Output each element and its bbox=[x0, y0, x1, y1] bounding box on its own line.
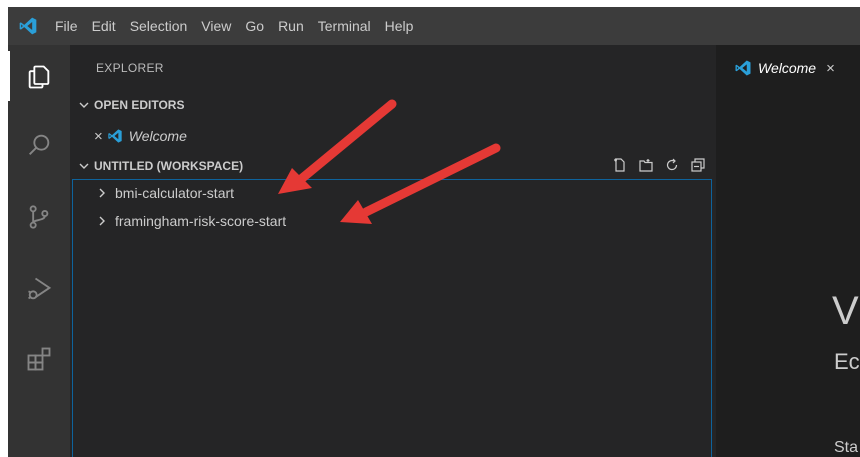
open-editors-header[interactable]: OPEN EDITORS bbox=[70, 92, 716, 118]
menu-file[interactable]: File bbox=[48, 7, 85, 45]
tab-bar: Welcome × bbox=[716, 45, 860, 91]
menu-run[interactable]: Run bbox=[271, 7, 311, 45]
folder-framingham-risk-score-start[interactable]: framingham-risk-score-start bbox=[95, 208, 286, 234]
menu-bar: File Edit Selection View Go Run Terminal… bbox=[48, 7, 420, 45]
welcome-title: V bbox=[832, 289, 859, 333]
chevron-down-icon bbox=[74, 99, 94, 111]
explorer-icon[interactable] bbox=[8, 47, 70, 107]
menu-selection[interactable]: Selection bbox=[123, 7, 195, 45]
workspace-tree: bmi-calculator-start framingham-risk-sco… bbox=[72, 179, 712, 457]
tab-label: Welcome bbox=[758, 60, 817, 76]
folder-name: bmi-calculator-start bbox=[115, 185, 235, 201]
welcome-subtitle: Ec bbox=[834, 349, 860, 374]
vscode-tab-icon bbox=[735, 60, 751, 76]
vscode-logo-icon bbox=[8, 7, 48, 45]
workspace-label: UNTITLED (WORKSPACE) bbox=[94, 159, 244, 173]
menu-edit[interactable]: Edit bbox=[85, 7, 123, 45]
explorer-sidebar: EXPLORER OPEN EDITORS × Welcome UNTITLED… bbox=[70, 45, 716, 457]
workspace-actions bbox=[612, 153, 706, 179]
vscode-file-icon bbox=[108, 129, 122, 143]
tab-welcome[interactable]: Welcome × bbox=[716, 45, 860, 91]
chevron-right-icon bbox=[95, 215, 109, 227]
menu-help[interactable]: Help bbox=[378, 7, 421, 45]
open-editors-label: OPEN EDITORS bbox=[94, 98, 185, 112]
refresh-icon[interactable] bbox=[664, 157, 680, 176]
collapse-all-icon[interactable] bbox=[690, 157, 706, 176]
new-folder-icon[interactable] bbox=[638, 157, 654, 176]
chevron-down-icon bbox=[74, 160, 94, 172]
extensions-icon[interactable] bbox=[8, 329, 70, 389]
close-icon[interactable]: × bbox=[826, 60, 835, 77]
close-icon[interactable]: × bbox=[94, 128, 103, 145]
title-bar: File Edit Selection View Go Run Terminal… bbox=[8, 7, 860, 45]
sidebar-title: EXPLORER bbox=[96, 61, 164, 75]
menu-view[interactable]: View bbox=[194, 7, 238, 45]
chevron-right-icon bbox=[95, 187, 109, 199]
workspace-header[interactable]: UNTITLED (WORKSPACE) bbox=[70, 153, 716, 179]
vscode-window: File Edit Selection View Go Run Terminal… bbox=[8, 7, 860, 457]
open-editor-item-welcome[interactable]: × Welcome bbox=[94, 123, 187, 149]
folder-name: framingham-risk-score-start bbox=[115, 213, 287, 229]
welcome-start-heading: Sta bbox=[834, 439, 859, 456]
source-control-icon[interactable] bbox=[8, 187, 70, 247]
search-icon[interactable] bbox=[8, 115, 70, 175]
editor-area: Welcome × V Ec Sta bbox=[716, 45, 860, 457]
activity-bar bbox=[8, 45, 70, 457]
run-debug-icon[interactable] bbox=[8, 259, 70, 319]
new-file-icon[interactable] bbox=[612, 157, 628, 176]
folder-bmi-calculator-start[interactable]: bmi-calculator-start bbox=[95, 180, 234, 206]
open-editor-name: Welcome bbox=[128, 128, 187, 144]
menu-terminal[interactable]: Terminal bbox=[311, 7, 378, 45]
menu-go[interactable]: Go bbox=[238, 7, 271, 45]
